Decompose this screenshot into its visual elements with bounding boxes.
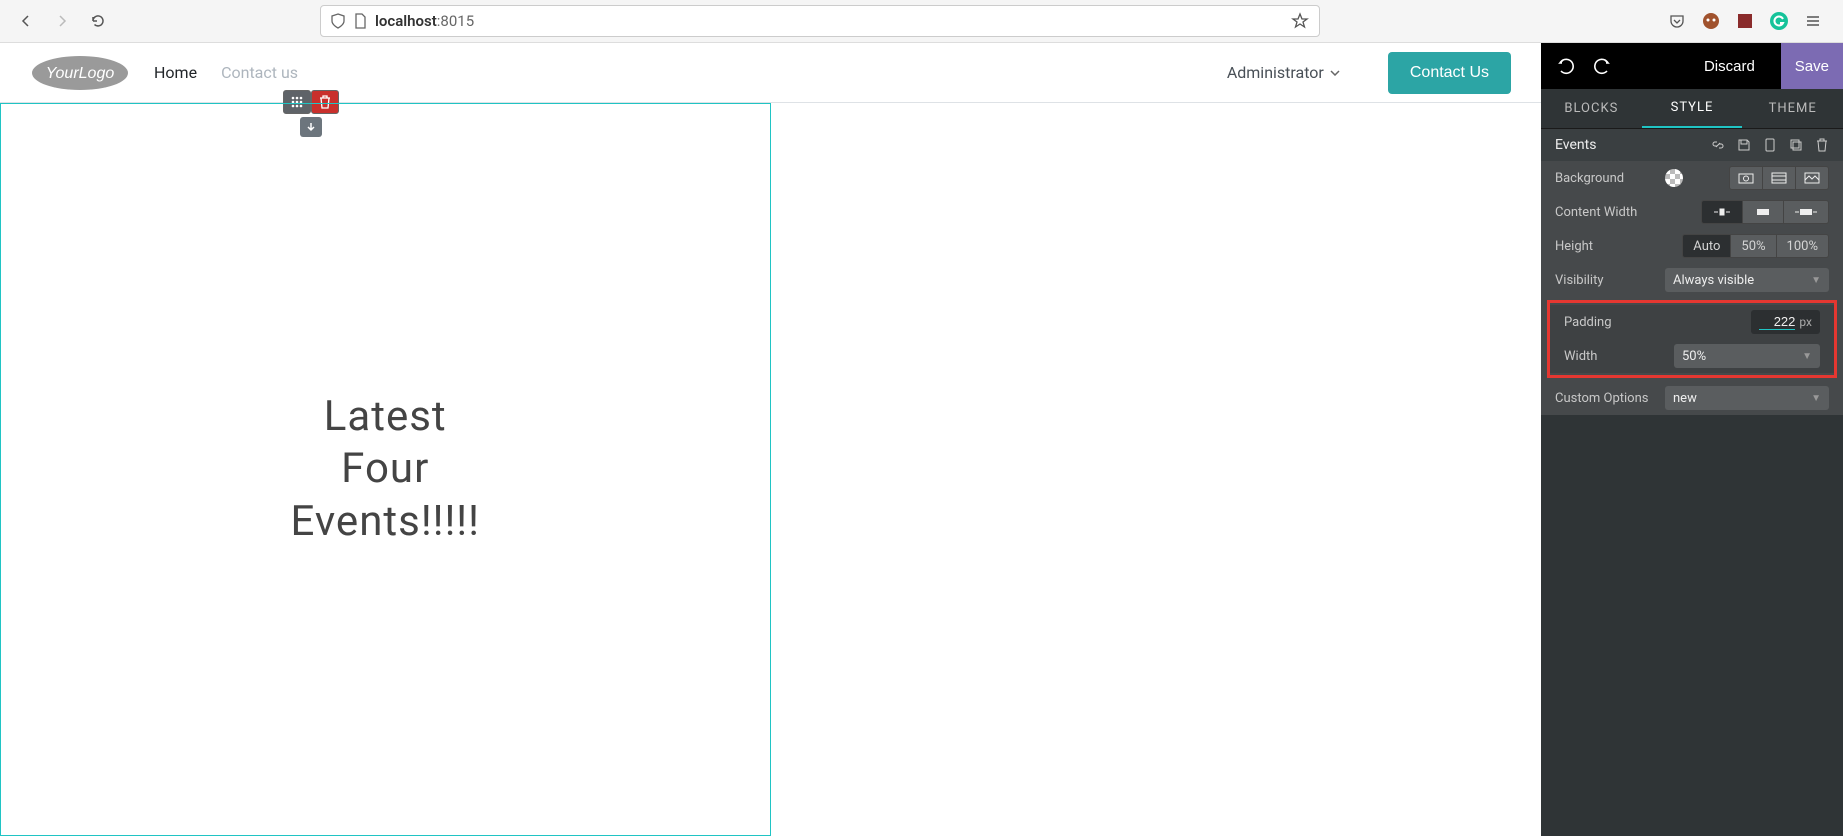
site-header: YourLogo Home Contact us Administrator C…	[0, 43, 1541, 103]
chevron-down-icon: ▼	[1811, 393, 1821, 404]
delete-section-icon[interactable]	[1815, 138, 1829, 152]
width-full-icon	[1794, 207, 1818, 217]
width-narrow-icon	[1712, 207, 1732, 217]
contact-us-button[interactable]: Contact Us	[1388, 52, 1511, 94]
browser-toolbar: localhost:8015	[0, 0, 1843, 43]
pocket-icon[interactable]	[1667, 11, 1687, 31]
url-bar[interactable]: localhost:8015	[320, 5, 1320, 37]
video-icon	[1771, 172, 1787, 184]
url-text: localhost:8015	[375, 12, 1275, 30]
prop-background: Background	[1541, 161, 1843, 195]
redo-icon	[1593, 57, 1611, 75]
editor-panel: Discard Save BLOCKS STYLE THEME Events B…	[1541, 43, 1843, 836]
editor-tabs: BLOCKS STYLE THEME	[1541, 89, 1843, 129]
prop-custom-options: Custom Options new ▼	[1541, 381, 1843, 415]
selected-events-block[interactable]: Latest Four Events!!!!!	[0, 103, 771, 836]
page-main: YourLogo Home Contact us Administrator C…	[0, 43, 1541, 836]
refresh-button[interactable]	[84, 7, 112, 35]
prop-visibility: Visibility Always visible ▼	[1541, 263, 1843, 297]
editor-canvas[interactable]: Latest Four Events!!!!!	[0, 103, 1541, 836]
padding-input[interactable]	[1759, 314, 1795, 330]
link-icon[interactable]	[1711, 138, 1725, 152]
undo-icon	[1557, 57, 1575, 75]
undo-button[interactable]	[1553, 53, 1579, 79]
height-100[interactable]: 100%	[1777, 234, 1829, 258]
tab-blocks[interactable]: BLOCKS	[1541, 89, 1642, 128]
prop-padding: Padding px	[1550, 305, 1834, 339]
editor-top-bar: Discard Save	[1541, 43, 1843, 89]
padding-input-wrapper: px	[1751, 310, 1820, 334]
monkey-icon[interactable]	[1701, 11, 1721, 31]
tab-theme[interactable]: THEME	[1742, 89, 1843, 128]
chevron-down-icon: ▼	[1802, 351, 1812, 362]
forward-button[interactable]	[48, 7, 76, 35]
prop-content-width: Content Width	[1541, 195, 1843, 229]
custom-options-select[interactable]: new ▼	[1665, 386, 1829, 410]
prop-height: Height Auto 50% 100%	[1541, 229, 1843, 263]
chevron-down-icon	[1330, 70, 1340, 76]
content-width-medium[interactable]	[1743, 200, 1784, 224]
bg-shape-button[interactable]	[1796, 166, 1829, 190]
height-50[interactable]: 50%	[1731, 234, 1776, 258]
admin-dropdown[interactable]: Administrator	[1227, 63, 1340, 82]
page-icon	[353, 13, 367, 29]
padding-unit: px	[1799, 315, 1812, 329]
duplicate-icon[interactable]	[1789, 138, 1803, 152]
save-section-icon[interactable]	[1737, 138, 1751, 152]
bookmark-star-icon[interactable]	[1291, 12, 1309, 30]
width-select[interactable]: 50% ▼	[1674, 344, 1820, 368]
camera-icon	[1738, 172, 1754, 184]
section-title: Events	[1555, 137, 1596, 153]
arrow-left-icon	[18, 13, 34, 29]
highlighted-properties: Padding px Width 50% ▼	[1547, 300, 1837, 378]
arrow-right-icon	[54, 13, 70, 29]
svg-text:YourLogo: YourLogo	[46, 65, 115, 82]
admin-label: Administrator	[1227, 63, 1324, 82]
height-auto[interactable]: Auto	[1682, 234, 1731, 258]
grammarly-icon[interactable]	[1769, 11, 1789, 31]
prop-width: Width 50% ▼	[1550, 339, 1834, 373]
shield-icon	[331, 13, 345, 29]
tab-style[interactable]: STYLE	[1642, 89, 1743, 128]
bg-video-button[interactable]	[1763, 166, 1796, 190]
menu-icon[interactable]	[1803, 11, 1823, 31]
nav-contact[interactable]: Contact us	[221, 63, 298, 82]
back-button[interactable]	[12, 7, 40, 35]
content-width-full[interactable]	[1784, 200, 1829, 224]
chevron-down-icon: ▼	[1811, 275, 1821, 286]
redo-button[interactable]	[1589, 53, 1615, 79]
extension-icon[interactable]	[1735, 11, 1755, 31]
content-width-narrow[interactable]	[1701, 200, 1743, 224]
width-medium-icon	[1753, 207, 1773, 217]
save-button[interactable]: Save	[1781, 43, 1843, 89]
bg-image-button[interactable]	[1729, 166, 1763, 190]
style-section-header: Events	[1541, 129, 1843, 161]
shape-icon	[1804, 172, 1820, 184]
mobile-icon[interactable]	[1763, 138, 1777, 152]
refresh-icon	[90, 13, 106, 29]
nav-home[interactable]: Home	[154, 63, 197, 82]
discard-button[interactable]: Discard	[1694, 50, 1765, 83]
visibility-select[interactable]: Always visible ▼	[1665, 268, 1829, 292]
background-color-swatch[interactable]	[1665, 169, 1683, 187]
block-heading-text[interactable]: Latest Four Events!!!!!	[291, 391, 480, 549]
site-logo[interactable]: YourLogo	[30, 53, 130, 93]
